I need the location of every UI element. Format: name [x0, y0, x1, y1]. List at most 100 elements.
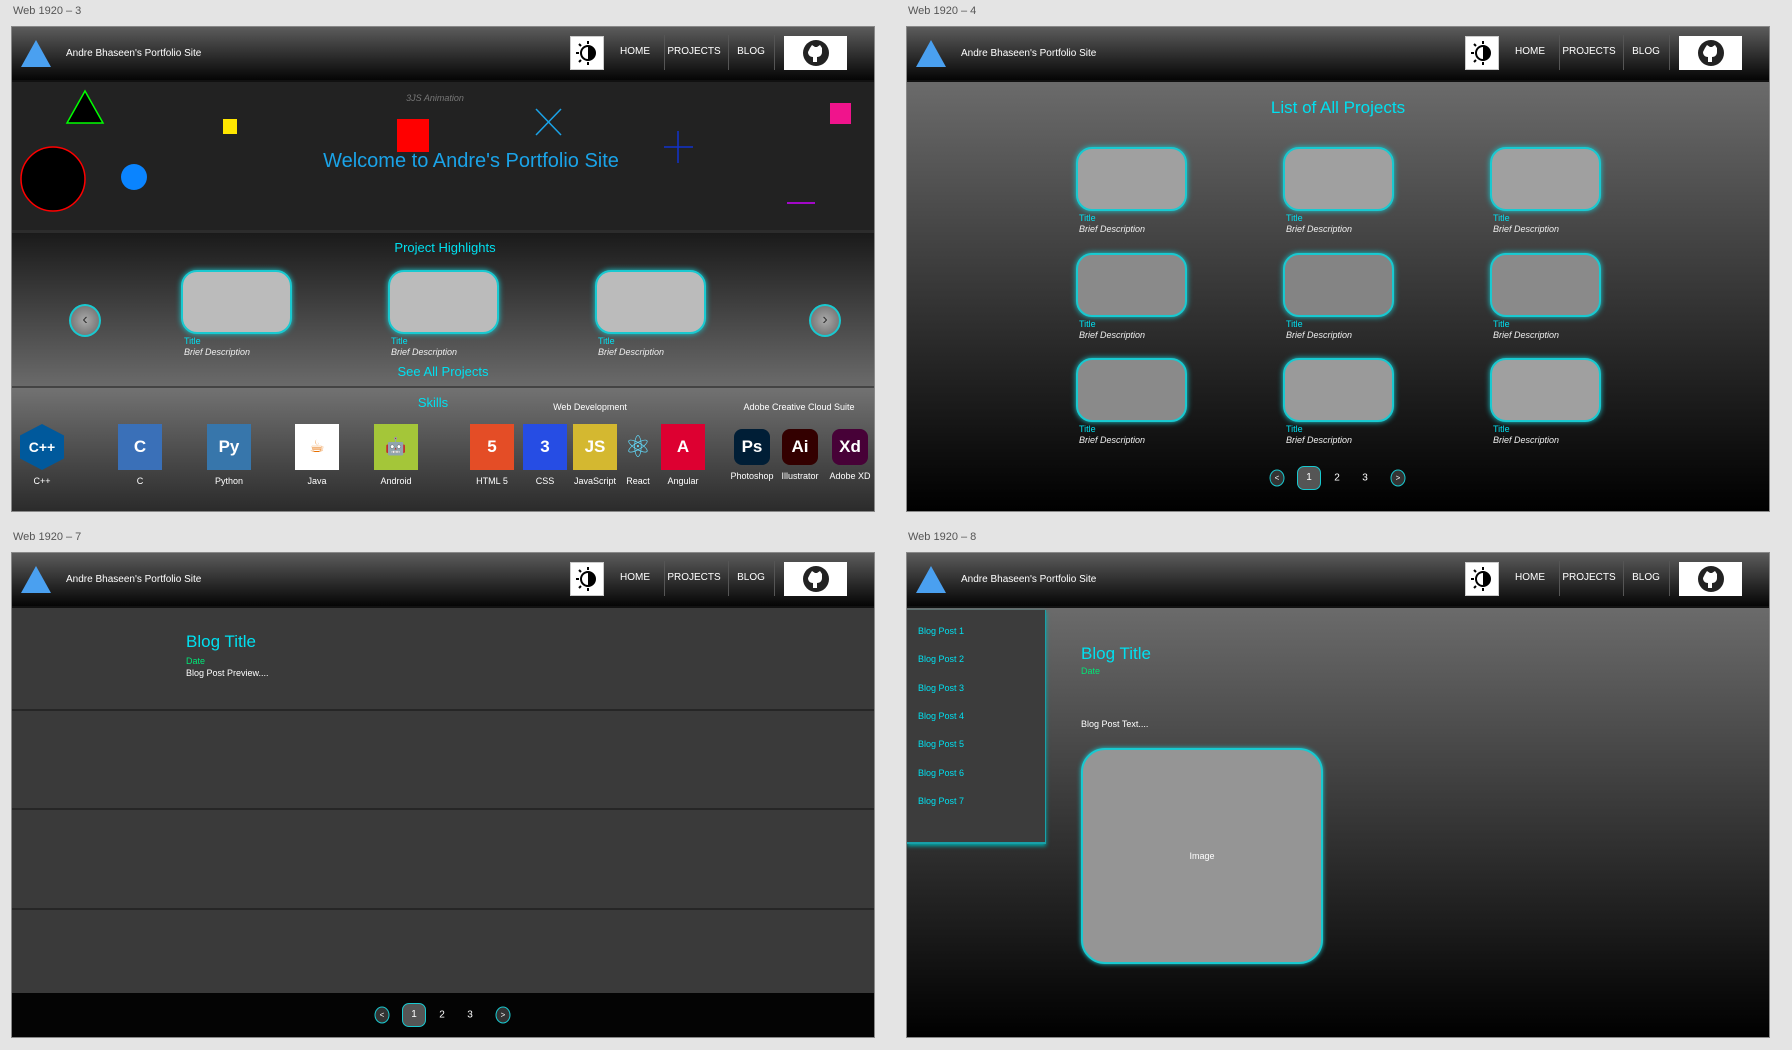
pagination-next-button[interactable]: >	[495, 1006, 511, 1024]
github-button[interactable]	[784, 562, 847, 596]
python-icon: Py	[207, 424, 251, 470]
github-button[interactable]	[1679, 36, 1742, 70]
theme-toggle-button[interactable]	[570, 36, 604, 70]
logo-triangle-icon[interactable]	[21, 566, 51, 593]
sidebar-item-blog-post[interactable]: Blog Post 4	[918, 711, 964, 721]
project-card[interactable]	[595, 270, 706, 334]
pagination-page-3[interactable]: 3	[1362, 473, 1368, 484]
skill-item: Ai Illustrator	[775, 424, 825, 481]
blog-list-item[interactable]	[12, 711, 874, 810]
carousel-next-button[interactable]: ›	[809, 304, 841, 337]
sidebar-item-blog-post[interactable]: Blog Post 2	[918, 654, 964, 664]
project-card-title[interactable]: Title	[184, 336, 201, 346]
nav-home[interactable]: HOME	[1515, 46, 1545, 57]
sidebar-item-blog-post[interactable]: Blog Post 5	[918, 739, 964, 749]
blog-list-item[interactable]	[12, 810, 874, 910]
pagination-page-1[interactable]: 1	[1297, 466, 1321, 490]
project-card-title[interactable]: Title	[1079, 424, 1096, 434]
adobe-suite-label: Adobe Creative Cloud Suite	[743, 402, 855, 412]
nav-projects[interactable]: PROJECTS	[667, 572, 720, 583]
project-card-title[interactable]: Title	[1079, 213, 1096, 223]
black-circle-shape	[20, 146, 86, 212]
triangle-shape	[65, 89, 105, 124]
github-button[interactable]	[1679, 562, 1742, 596]
carousel-prev-button[interactable]: ‹	[69, 304, 101, 337]
project-card[interactable]	[1076, 147, 1187, 211]
project-card-title[interactable]: Title	[391, 336, 408, 346]
site-title[interactable]: Andre Bhaseen's Portfolio Site	[66, 48, 201, 59]
nav-projects[interactable]: PROJECTS	[667, 46, 720, 57]
project-card[interactable]	[1283, 358, 1394, 422]
project-card[interactable]	[1490, 358, 1601, 422]
sidebar-item-blog-post[interactable]: Blog Post 3	[918, 683, 964, 693]
site-header: Andre Bhaseen's Portfolio Site HOME PROJ…	[12, 27, 874, 82]
skill-item: Xd Adobe XD	[825, 424, 874, 481]
project-card[interactable]	[388, 270, 499, 334]
sidebar-item-blog-post[interactable]: Blog Post 6	[918, 768, 964, 778]
pagination-page-2[interactable]: 2	[1334, 473, 1340, 484]
project-card-description: Brief Description	[1286, 330, 1353, 340]
nav-blog[interactable]: BLOG	[1632, 572, 1660, 583]
github-button[interactable]	[784, 36, 847, 70]
project-card-title[interactable]: Title	[1493, 213, 1510, 223]
blog-title[interactable]: Blog Title	[186, 632, 256, 652]
html5-icon: 5	[470, 424, 514, 470]
see-all-projects-link[interactable]: See All Projects	[397, 364, 488, 379]
pagination-next-button[interactable]: >	[1390, 469, 1406, 487]
nav-projects[interactable]: PROJECTS	[1562, 572, 1615, 583]
nav-projects[interactable]: PROJECTS	[1562, 46, 1615, 57]
project-card-title[interactable]: Title	[1286, 319, 1303, 329]
logo-triangle-icon[interactable]	[916, 40, 946, 67]
blog-post-artboard: Andre Bhaseen's Portfolio Site HOME PROJ…	[906, 552, 1770, 1038]
nav-home[interactable]: HOME	[1515, 572, 1545, 583]
project-card-title[interactable]: Title	[1286, 424, 1303, 434]
site-title[interactable]: Andre Bhaseen's Portfolio Site	[961, 574, 1096, 585]
project-card[interactable]	[1076, 253, 1187, 317]
animation-label: 3JS Animation	[406, 93, 464, 103]
adobe-xd-icon: Xd	[832, 429, 868, 465]
pagination-prev-button[interactable]: <	[1269, 469, 1285, 487]
yellow-square-shape	[223, 119, 237, 134]
nav-home[interactable]: HOME	[620, 572, 650, 583]
nav-home[interactable]: HOME	[620, 46, 650, 57]
pagination-page-2[interactable]: 2	[439, 1010, 445, 1021]
skill-label: React	[626, 476, 650, 486]
nav-divider	[664, 35, 665, 70]
pagination-prev-button[interactable]: <	[374, 1006, 390, 1024]
project-card[interactable]	[1076, 358, 1187, 422]
pagination-page-1[interactable]: 1	[402, 1003, 426, 1027]
logo-triangle-icon[interactable]	[21, 40, 51, 67]
theme-toggle-button[interactable]	[1465, 36, 1499, 70]
sidebar-item-blog-post[interactable]: Blog Post 1	[918, 626, 964, 636]
nav-blog[interactable]: BLOG	[1632, 46, 1660, 57]
project-card-title[interactable]: Title	[1079, 319, 1096, 329]
nav-blog[interactable]: BLOG	[737, 46, 765, 57]
project-card[interactable]	[1283, 253, 1394, 317]
photoshop-icon: Ps	[734, 429, 770, 465]
skill-label: Illustrator	[781, 471, 819, 481]
project-card-title[interactable]: Title	[1286, 213, 1303, 223]
site-header: Andre Bhaseen's Portfolio Site HOME PROJ…	[907, 553, 1769, 608]
nav-blog[interactable]: BLOG	[737, 572, 765, 583]
pagination-page-3[interactable]: 3	[467, 1010, 473, 1021]
sidebar-item-blog-post[interactable]: Blog Post 7	[918, 796, 964, 806]
project-card[interactable]	[1490, 147, 1601, 211]
blog-list-item[interactable]: Blog Title Date Blog Post Preview....	[12, 609, 874, 711]
nav-divider	[1559, 561, 1560, 596]
skill-label: Android	[380, 476, 412, 486]
project-card-title[interactable]: Title	[1493, 424, 1510, 434]
project-card-title[interactable]: Title	[1493, 319, 1510, 329]
logo-triangle-icon[interactable]	[916, 566, 946, 593]
project-card[interactable]	[181, 270, 292, 334]
project-card[interactable]	[1490, 253, 1601, 317]
nav-divider	[664, 561, 665, 596]
theme-toggle-button[interactable]	[1465, 562, 1499, 596]
theme-toggle-button[interactable]	[570, 562, 604, 596]
sun-half-icon	[1471, 41, 1491, 65]
site-title[interactable]: Andre Bhaseen's Portfolio Site	[66, 574, 201, 585]
c-icon: C	[118, 424, 162, 470]
project-card-description: Brief Description	[1493, 224, 1560, 234]
project-card-title[interactable]: Title	[598, 336, 615, 346]
project-card[interactable]	[1283, 147, 1394, 211]
site-title[interactable]: Andre Bhaseen's Portfolio Site	[961, 48, 1096, 59]
